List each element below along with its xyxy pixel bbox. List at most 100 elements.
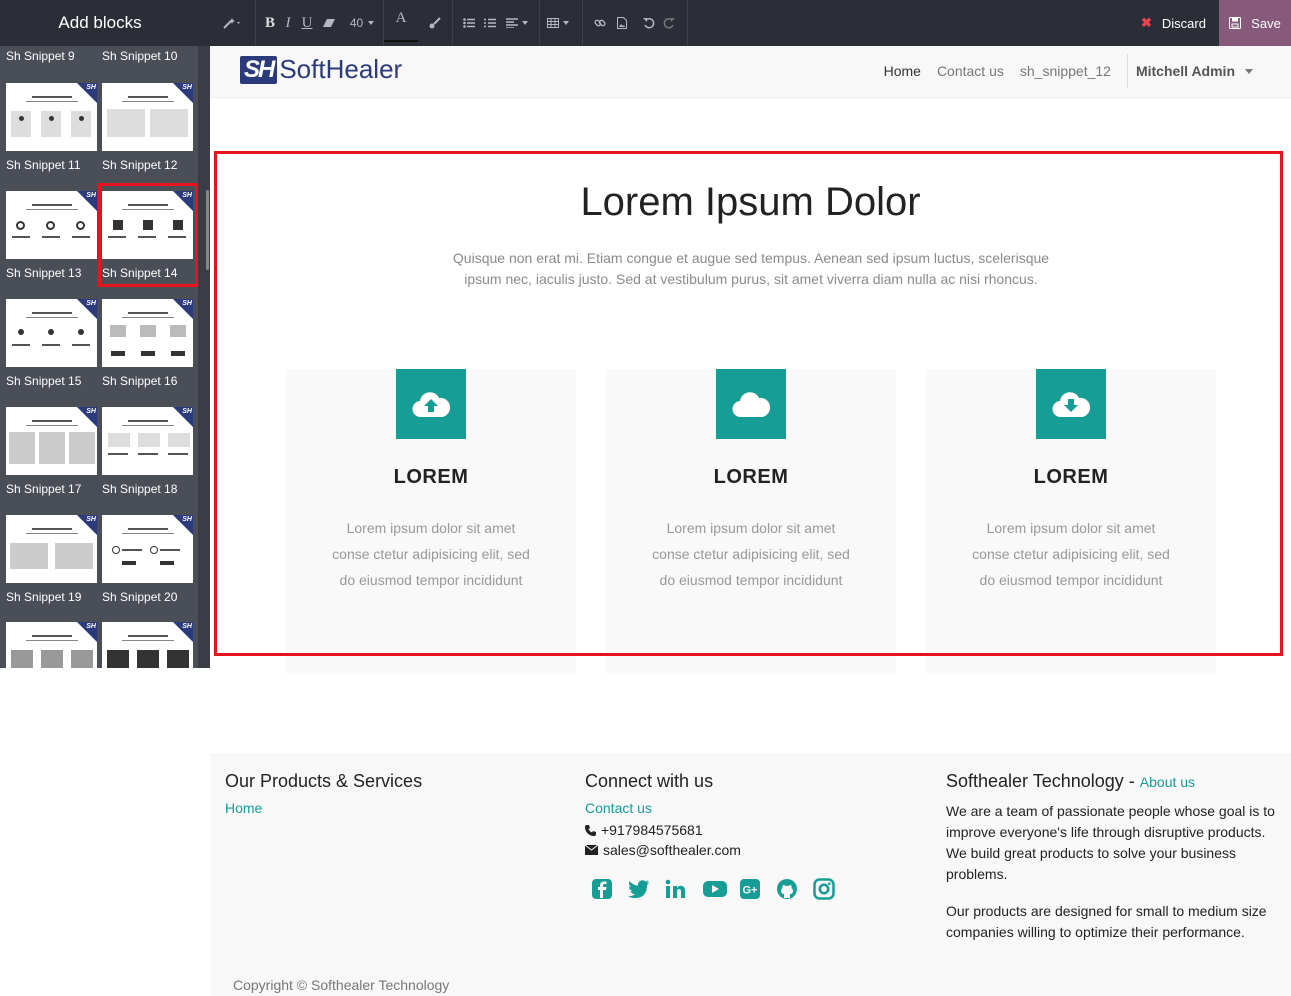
snippet-label: Sh Snippet 15 bbox=[6, 374, 82, 388]
cloud-download-icon bbox=[1052, 392, 1090, 418]
footer-email: sales@softhealer.com bbox=[585, 842, 915, 858]
snippet-thumbnail: SH bbox=[6, 407, 97, 475]
email-address: sales@softhealer.com bbox=[603, 842, 741, 858]
save-icon bbox=[1229, 17, 1242, 29]
feature-card: LOREM Lorem ipsum dolor sit amet conse c… bbox=[286, 369, 576, 674]
user-name: Mitchell Admin bbox=[1135, 63, 1235, 79]
paintbrush-icon[interactable] bbox=[418, 0, 452, 46]
cloud-upload-icon bbox=[412, 392, 450, 418]
align-dropdown[interactable] bbox=[501, 0, 533, 46]
twitter-icon[interactable] bbox=[628, 876, 665, 902]
eraser-icon[interactable] bbox=[317, 0, 341, 46]
card-text: Lorem ipsum dolor sit amet conse ctetur … bbox=[652, 520, 850, 588]
card-text: Lorem ipsum dolor sit amet conse ctetur … bbox=[972, 520, 1170, 588]
site-header: SH SoftHealer Home Contact us sh_snippet… bbox=[210, 46, 1291, 98]
envelope-icon bbox=[585, 845, 598, 855]
company-name: Softhealer Technology bbox=[946, 771, 1124, 791]
footer-connect-column: Connect with us Contact us +917984575681… bbox=[585, 771, 915, 902]
nav-contact-us[interactable]: Contact us bbox=[937, 63, 1004, 79]
footer-contact-link[interactable]: Contact us bbox=[585, 800, 652, 816]
font-color-icon[interactable]: A bbox=[384, 0, 418, 42]
user-menu[interactable]: Mitchell Admin bbox=[1126, 54, 1253, 88]
snippet-label: Sh Snippet 9 bbox=[6, 49, 75, 63]
phone-number: +917984575681 bbox=[601, 822, 703, 838]
heading-separator: - bbox=[1123, 771, 1140, 791]
feature-card: LOREM Lorem ipsum dolor sit amet conse c… bbox=[606, 369, 896, 674]
google-plus-icon[interactable]: G+ bbox=[739, 876, 776, 902]
footer-products-column: Our Products & Services Home bbox=[225, 771, 555, 818]
site-footer: Our Products & Services Home Connect wit… bbox=[210, 753, 1291, 996]
sidebar-title: Add blocks bbox=[0, 0, 210, 46]
unordered-list-icon[interactable] bbox=[459, 0, 479, 46]
chevron-down-icon bbox=[563, 21, 569, 25]
font-size-dropdown[interactable]: 40 bbox=[341, 0, 383, 46]
svg-text:G+: G+ bbox=[743, 885, 758, 897]
snippet-thumbnail: SH bbox=[6, 299, 97, 367]
card-title: LOREM bbox=[713, 466, 789, 488]
magic-wand-icon[interactable] bbox=[210, 0, 255, 46]
copyright: Copyright © Softhealer Technology bbox=[233, 977, 450, 993]
snippet-label: Sh Snippet 13 bbox=[6, 266, 82, 280]
footer-heading: Connect with us bbox=[585, 771, 714, 791]
icon-box bbox=[716, 369, 786, 439]
snippet-section[interactable]: Lorem Ipsum Dolor Quisque non erat mi. E… bbox=[210, 98, 1291, 753]
snippet-label: Sh Snippet 11 bbox=[6, 158, 81, 172]
nav-home[interactable]: Home bbox=[884, 63, 921, 79]
redo-icon[interactable] bbox=[659, 0, 679, 46]
italic-icon[interactable]: I bbox=[279, 0, 297, 46]
section-title: Lorem Ipsum Dolor bbox=[580, 180, 921, 224]
ordered-list-icon[interactable] bbox=[479, 0, 501, 46]
discard-button[interactable]: ✖ Discard bbox=[1128, 0, 1219, 46]
snippet-label: Sh Snippet 18 bbox=[102, 482, 178, 496]
table-dropdown[interactable] bbox=[540, 0, 576, 46]
nav-sh-snippet-12[interactable]: sh_snippet_12 bbox=[1020, 63, 1111, 79]
logo-mark: SH bbox=[240, 55, 278, 84]
snippet-thumbnail: SH bbox=[102, 83, 193, 151]
add-blocks-sidebar: Add blocks Sh Snippet 9 Sh Snippet 10 SH… bbox=[0, 0, 210, 668]
feature-card: LOREM Lorem ipsum dolor sit amet conse c… bbox=[926, 369, 1216, 674]
underline-icon[interactable]: U bbox=[297, 0, 317, 46]
bold-icon[interactable]: B bbox=[261, 0, 279, 46]
snippet-thumbnail: SH bbox=[6, 515, 97, 583]
snippet-label: Sh Snippet 10 bbox=[102, 49, 178, 63]
section-subtitle: Quisque non erat mi. Etiam congue et aug… bbox=[452, 250, 1050, 287]
phone-icon bbox=[585, 824, 596, 836]
footer-home-link[interactable]: Home bbox=[225, 800, 262, 816]
snippet-thumbnail: SH bbox=[102, 622, 193, 668]
undo-icon[interactable] bbox=[639, 0, 659, 46]
link-icon[interactable] bbox=[589, 0, 611, 46]
footer-about-column: Softhealer Technology - About us We are … bbox=[946, 771, 1281, 943]
footer-phone: +917984575681 bbox=[585, 822, 915, 838]
instagram-icon[interactable] bbox=[813, 876, 850, 902]
save-button[interactable]: Save bbox=[1219, 0, 1291, 46]
youtube-icon[interactable] bbox=[702, 876, 739, 902]
snippet-thumbnail: SH bbox=[102, 299, 193, 367]
main-nav: Home Contact us sh_snippet_12 Mitchell A… bbox=[868, 54, 1253, 88]
github-icon[interactable] bbox=[776, 876, 813, 902]
snippet-thumbnail: SH bbox=[6, 622, 97, 668]
card-title: LOREM bbox=[393, 466, 469, 488]
snippet-thumbnail: SH bbox=[102, 515, 193, 583]
snippet-thumbnail: SH bbox=[6, 191, 97, 259]
facebook-icon[interactable] bbox=[591, 876, 628, 902]
icon-box bbox=[396, 369, 466, 439]
icon-box bbox=[1036, 369, 1106, 439]
chevron-down-icon bbox=[368, 21, 375, 25]
image-icon[interactable] bbox=[611, 0, 633, 46]
social-links: G+ bbox=[591, 876, 915, 902]
sidebar-scrollbar[interactable] bbox=[198, 46, 210, 668]
close-icon: ✖ bbox=[1141, 15, 1152, 30]
snippet-label: Sh Snippet 19 bbox=[6, 590, 82, 604]
card-text: Lorem ipsum dolor sit amet conse ctetur … bbox=[332, 520, 530, 588]
editor-toolbar: B I U 40 A ✖ Discard Save bbox=[210, 0, 1291, 46]
snippet-label: Sh Snippet 20 bbox=[102, 590, 178, 604]
site-logo[interactable]: SH SoftHealer bbox=[240, 54, 402, 85]
card-title: LOREM bbox=[1033, 466, 1109, 488]
footer-about-link[interactable]: About us bbox=[1140, 774, 1195, 790]
save-label: Save bbox=[1251, 15, 1281, 31]
linkedin-icon[interactable] bbox=[665, 876, 702, 902]
logo-word: SoftHealer bbox=[279, 54, 403, 84]
snippet-label: Sh Snippet 17 bbox=[6, 482, 82, 496]
selected-snippet-highlight bbox=[98, 183, 198, 287]
discard-label: Discard bbox=[1161, 15, 1206, 31]
